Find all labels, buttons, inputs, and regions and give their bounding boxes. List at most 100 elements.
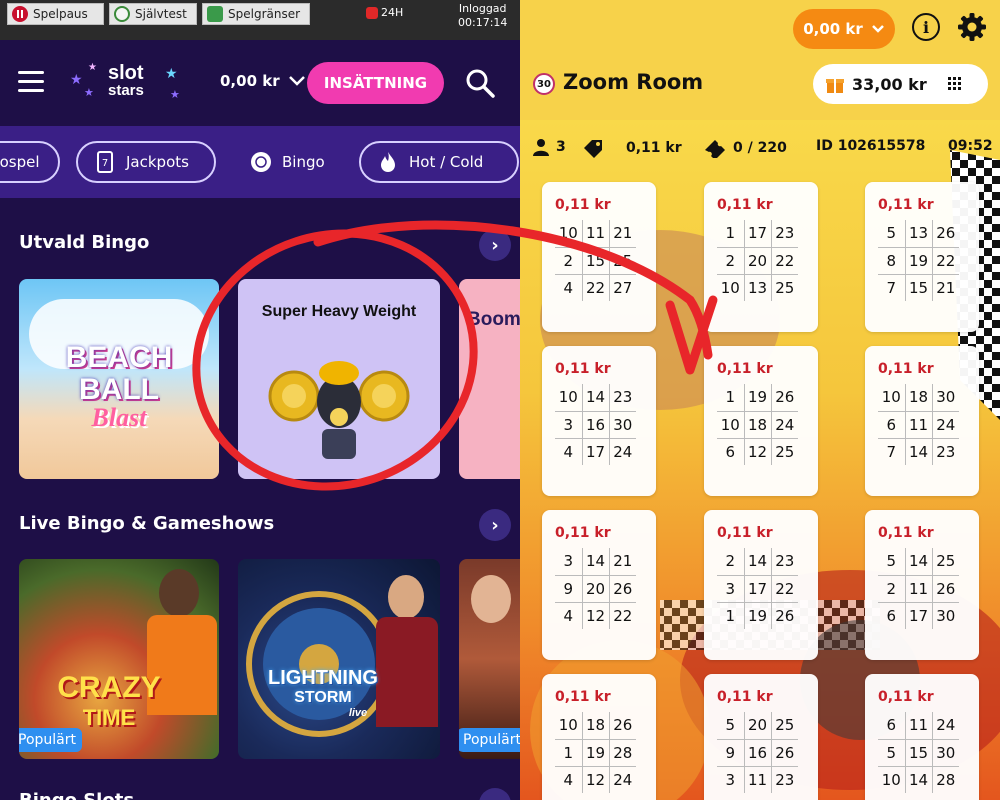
players-value: 3 [556, 139, 566, 155]
live-next-arrow[interactable]: › [479, 509, 511, 541]
session-timer: 24H [366, 6, 403, 19]
ticket-number-cell: 16 [582, 411, 610, 439]
info-icon[interactable]: i [912, 13, 940, 41]
fire-icon [381, 152, 395, 172]
slotstars-logo[interactable]: ★ ★ ★ ★ ★ slot stars [70, 62, 190, 106]
ticket-number-cell: 15 [905, 739, 933, 767]
ticket-numbers: 6 11 24 5 15 30 10 14 28 [878, 712, 959, 793]
bingo-ticket-card[interactable]: 0,11 kr 10 14 23 3 16 30 4 17 24 [542, 346, 656, 496]
bingo-ticket-card[interactable]: 0,11 kr 5 20 25 9 16 26 3 11 23 [704, 674, 818, 800]
ticket-number-cell: 23 [771, 220, 798, 248]
svg-text:7: 7 [102, 158, 108, 169]
ticket-number-cell: 6 [717, 438, 745, 465]
search-icon[interactable] [465, 68, 495, 98]
game-tile-lightning-storm[interactable]: LIGHTNING STORM live [238, 559, 440, 759]
ticket-number-cell: 18 [582, 712, 610, 740]
ticket-numbers: 10 18 26 1 19 28 4 12 24 [555, 712, 636, 793]
bingo-ticket-card[interactable]: 0,11 kr 5 14 25 2 11 26 6 17 30 [865, 510, 979, 660]
ticket-number-cell: 2 [878, 575, 906, 603]
room-wallet[interactable]: 33,00 kr [813, 64, 988, 104]
bingo-ticket-card[interactable]: 0,11 kr 10 18 26 1 19 28 4 12 24 [542, 674, 656, 800]
ticket-number-cell: 17 [744, 575, 772, 603]
game-tile-live-roulette[interactable]: Populärt [459, 559, 520, 759]
deposit-button[interactable]: INSÄTTNING [307, 62, 444, 104]
ticket-number-cell: 22 [932, 247, 959, 275]
host-art [388, 575, 424, 619]
next-section-arrow[interactable]: › [479, 788, 511, 800]
ticket-price-value: 0,11 kr [626, 140, 682, 156]
ticket-number-cell: 24 [932, 712, 959, 740]
category-chip-gospel[interactable]: Gospel [0, 141, 60, 183]
bingo-ticket-card[interactable]: 0,11 kr 6 11 24 5 15 30 10 14 28 [865, 674, 979, 800]
category-chip-bingo[interactable]: Bingo [232, 141, 344, 183]
ticket-number-cell: 22 [771, 575, 798, 603]
game-title-line: BALL [79, 373, 159, 406]
ticket-number-cell: 22 [582, 274, 610, 301]
popular-badge: Populärt [459, 728, 520, 752]
ticket-number-cell: 6 [878, 602, 906, 629]
logo-text-stars: stars [108, 82, 144, 99]
spelgranser-button[interactable]: Spelgränser [202, 3, 310, 25]
ticket-number-cell: 18 [905, 384, 933, 412]
ticket-number-cell: 18 [744, 411, 772, 439]
bingo-ball-icon [251, 152, 271, 172]
ticket-number-cell: 10 [555, 220, 583, 248]
room-title: Zoom Room [563, 70, 704, 94]
room-balance-dropdown[interactable]: 0,00 kr [793, 9, 895, 49]
room-wallet-amount: 33,00 kr [852, 74, 927, 94]
balance-dropdown[interactable]: 0,00 kr [220, 72, 306, 90]
ticket-numbers: 5 20 25 9 16 26 3 11 23 [717, 712, 798, 793]
ticket-number-cell: 11 [905, 411, 933, 439]
bingo-ticket-card[interactable]: 0,11 kr 1 17 23 2 20 22 10 13 25 [704, 182, 818, 332]
ticket-number-cell: 19 [744, 384, 772, 412]
ticket-numbers: 1 19 26 10 18 24 6 12 25 [717, 384, 798, 465]
spelpaus-button[interactable]: Spelpaus [7, 3, 104, 25]
ticket-number-cell: 17 [744, 220, 772, 248]
bulldog-weightlifter-art [268, 361, 410, 459]
bingo-ticket-card[interactable]: 0,11 kr 1 19 26 10 18 24 6 12 25 [704, 346, 818, 496]
ticket-number-cell: 1 [717, 384, 745, 412]
ticket-number-cell: 15 [582, 247, 610, 275]
bingo-ticket-card[interactable]: 0,11 kr 10 11 21 2 15 25 4 22 27 [542, 182, 656, 332]
logo-text-slot: slot [108, 62, 144, 84]
game-tile-boom-bingo[interactable]: Boom Bingo [459, 279, 520, 479]
game-tile-crazy-time[interactable]: CRAZY TIME Populärt [19, 559, 219, 759]
ticket-number-cell: 21 [609, 220, 636, 248]
ticket-number-cell: 19 [582, 739, 610, 767]
category-chip-hot-cold[interactable]: Hot / Cold [359, 141, 519, 183]
hamburger-menu-icon[interactable] [18, 71, 44, 93]
players-count: 3 [532, 138, 566, 156]
sjalvtest-button[interactable]: Självtest [109, 3, 197, 25]
category-label: Gospel [0, 153, 40, 171]
ticket-number-cell: 5 [878, 220, 906, 248]
category-chip-jackpots[interactable]: 7 Jackpots [76, 141, 216, 183]
gift-icon [826, 79, 844, 93]
ticket-number-cell: 12 [744, 438, 772, 465]
game-title-line: Blast [91, 403, 147, 432]
ticket-number-cell: 10 [717, 411, 745, 439]
host-art [471, 575, 511, 623]
gear-icon[interactable] [957, 12, 987, 42]
game-id: ID 102615578 [816, 138, 926, 154]
category-bar: Gospel 7 Jackpots Bingo Hot / Cold [0, 126, 520, 198]
bingo-ticket-card[interactable]: 0,11 kr 5 13 26 8 19 22 7 15 21 [865, 182, 979, 332]
ticket-number-cell: 12 [582, 602, 610, 629]
game-tile-beach-ball-blast[interactable]: BEACH BALL Blast [19, 279, 219, 479]
ticket-number-cell: 25 [771, 712, 798, 740]
game-tile-super-heavy-weight[interactable]: Super Heavy Weight [238, 279, 440, 479]
bingo-ticket-card[interactable]: 0,11 kr 10 18 30 6 11 24 7 14 23 [865, 346, 979, 496]
popular-badge: Populärt [19, 728, 82, 752]
bingo-ticket-card[interactable]: 0,11 kr 3 14 21 9 20 26 4 12 22 [542, 510, 656, 660]
category-label: Bingo [282, 153, 325, 171]
bingo-ticket-card[interactable]: 0,11 kr 2 14 23 3 17 22 1 19 26 [704, 510, 818, 660]
ticket-number-cell: 9 [717, 739, 745, 767]
ticket-number-cell: 1 [717, 602, 745, 629]
ticket-number-cell: 13 [744, 274, 772, 301]
sjalvtest-label: Självtest [135, 7, 187, 21]
logged-in-label: Inloggad [458, 2, 507, 15]
ticket-numbers: 1 17 23 2 20 22 10 13 25 [717, 220, 798, 301]
logo-star-icon: ★ [88, 62, 97, 73]
ticket-numbers: 10 11 21 2 15 25 4 22 27 [555, 220, 636, 301]
featured-next-arrow[interactable]: › [479, 229, 511, 261]
bingo-room-panel: 0,00 kr i 30 Zoom Room 33,00 kr 3 0,11 k… [520, 0, 1000, 800]
